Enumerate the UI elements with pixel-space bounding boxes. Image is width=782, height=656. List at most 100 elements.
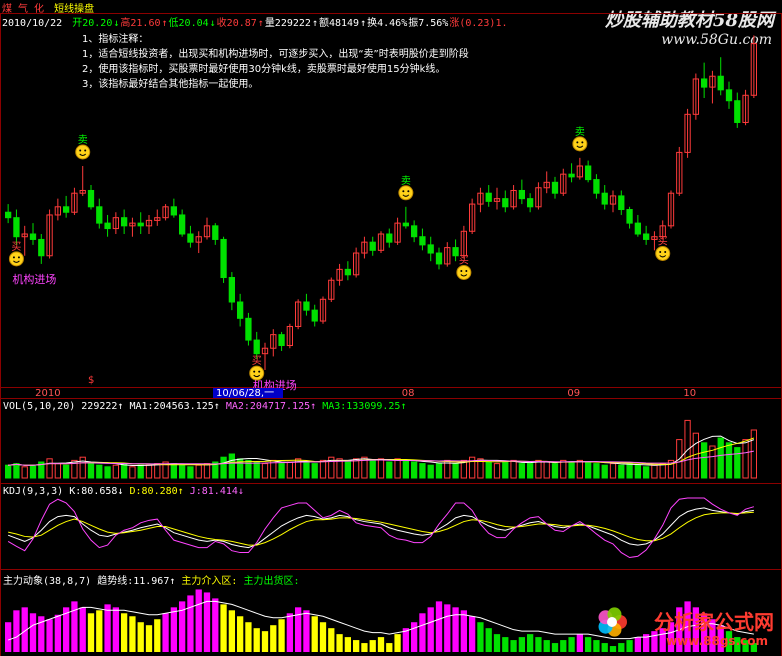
candle-body — [485, 192, 492, 202]
smiley-face — [572, 136, 588, 152]
candle-body — [179, 214, 186, 235]
kdj-label: KDJ(9,3,3) — [3, 486, 64, 497]
candle-body — [402, 222, 410, 227]
volume-bar — [734, 447, 741, 479]
volume-bar — [576, 459, 584, 479]
smiley-eye — [84, 149, 87, 152]
main-force-bar — [551, 643, 559, 652]
smiley-eye — [402, 190, 405, 193]
volume-bar — [692, 432, 700, 479]
volume-bar — [195, 464, 202, 479]
candle-body — [626, 209, 633, 224]
smiley-eye — [253, 370, 256, 373]
main-force-bar — [344, 637, 351, 652]
time-axis-label: 10 — [683, 388, 696, 399]
volume-bar — [411, 461, 418, 479]
candle-body — [527, 198, 534, 208]
candle-body — [63, 206, 70, 213]
smiley-eye — [407, 190, 410, 193]
buy-signal-label: 买 — [459, 254, 469, 266]
volume-bar — [643, 466, 650, 479]
main-force-bar — [145, 625, 153, 652]
time-axis-label: 2010 — [35, 388, 60, 399]
main-force-trend-arrow: ↑ — [169, 576, 176, 587]
candle-body — [96, 206, 103, 224]
volume-bar — [220, 456, 227, 479]
kdj-line — [7, 497, 755, 559]
volume-bar — [651, 464, 658, 479]
smiley-eye — [576, 141, 579, 144]
main-force-bar — [220, 604, 227, 652]
buy-signal-icon: 买 — [456, 254, 472, 280]
vol-ma2: MA2:204717.125 — [225, 401, 311, 412]
volume-bar — [386, 461, 393, 479]
volume-bar — [535, 459, 542, 479]
main-force-bar — [361, 643, 368, 652]
kdj-panel-header: KDJ(9,3,3) K:80.658↓ D:80.280↑ J:81.414↓ — [3, 486, 244, 497]
smiley-eye — [79, 149, 82, 152]
volume-bar — [427, 464, 434, 479]
main-force-bar — [527, 634, 534, 652]
candle-body — [245, 317, 252, 341]
time-axis-label: 08 — [402, 388, 415, 399]
smiley-face — [456, 264, 472, 280]
smiley-face — [75, 144, 91, 160]
main-force-bar — [601, 643, 608, 652]
main-force-bar — [369, 640, 376, 652]
main-force-bar — [278, 619, 285, 652]
smiley-face — [249, 365, 265, 381]
smiley-eye — [258, 370, 261, 373]
main-force-bar — [585, 637, 592, 652]
trend-line — [7, 600, 754, 641]
time-cursor-date: 10/06/28,一 — [216, 388, 274, 399]
main-force-bar — [518, 637, 525, 652]
flower-logo-icon — [598, 607, 627, 637]
main-force-bar — [270, 625, 277, 652]
volume-bar — [593, 463, 600, 479]
stock-chart-window: 煤 气 化 短线操盘 2010/10/22 开20.20↓高21.60↑低20.… — [0, 0, 782, 656]
main-force-bar — [626, 640, 633, 652]
candle-body — [228, 277, 235, 303]
volume-bar — [104, 466, 111, 479]
volume-bar — [46, 458, 53, 479]
main-force-bar — [394, 634, 401, 652]
candle-body — [634, 222, 642, 235]
candle-body — [618, 195, 625, 211]
main-force-bar — [319, 622, 327, 652]
candle-body — [593, 179, 600, 194]
volume-bar — [518, 463, 526, 479]
volume-bar — [87, 463, 95, 479]
main-force-bar — [121, 613, 128, 652]
candle-body — [278, 334, 285, 347]
main-force-bar — [477, 622, 484, 652]
volume-bar — [568, 461, 575, 479]
main-force-bar — [618, 643, 625, 652]
volume-bar — [261, 463, 269, 479]
volume-bar — [560, 459, 567, 479]
buy-signal-icon: 买 — [249, 355, 265, 381]
volume-bar — [601, 464, 608, 479]
volume-bar — [54, 463, 62, 479]
volume-bar — [96, 464, 103, 479]
volume-bar — [203, 463, 211, 479]
volume-bar — [344, 461, 352, 479]
volume-bar — [79, 456, 86, 479]
candle-body — [87, 189, 95, 208]
volume-bar — [551, 463, 559, 479]
kdj-line — [8, 511, 754, 546]
volume-bar — [29, 464, 37, 479]
volume-bar — [493, 463, 501, 479]
candle-body — [170, 206, 177, 216]
main-force-bar — [543, 640, 550, 652]
buy-signal-icon: 买 — [655, 235, 671, 261]
volume-bar — [750, 429, 758, 479]
vol-value: 229222 — [81, 401, 118, 412]
volume-bar — [187, 466, 194, 479]
main-force-enter: 主力介入区: — [181, 576, 238, 587]
candle-body — [701, 78, 708, 88]
candle-body — [5, 211, 12, 219]
main-force-bar — [593, 640, 600, 652]
volume-ma-line — [8, 450, 754, 466]
candle-body — [643, 233, 650, 240]
buy-signal-label: 买 — [658, 235, 668, 247]
